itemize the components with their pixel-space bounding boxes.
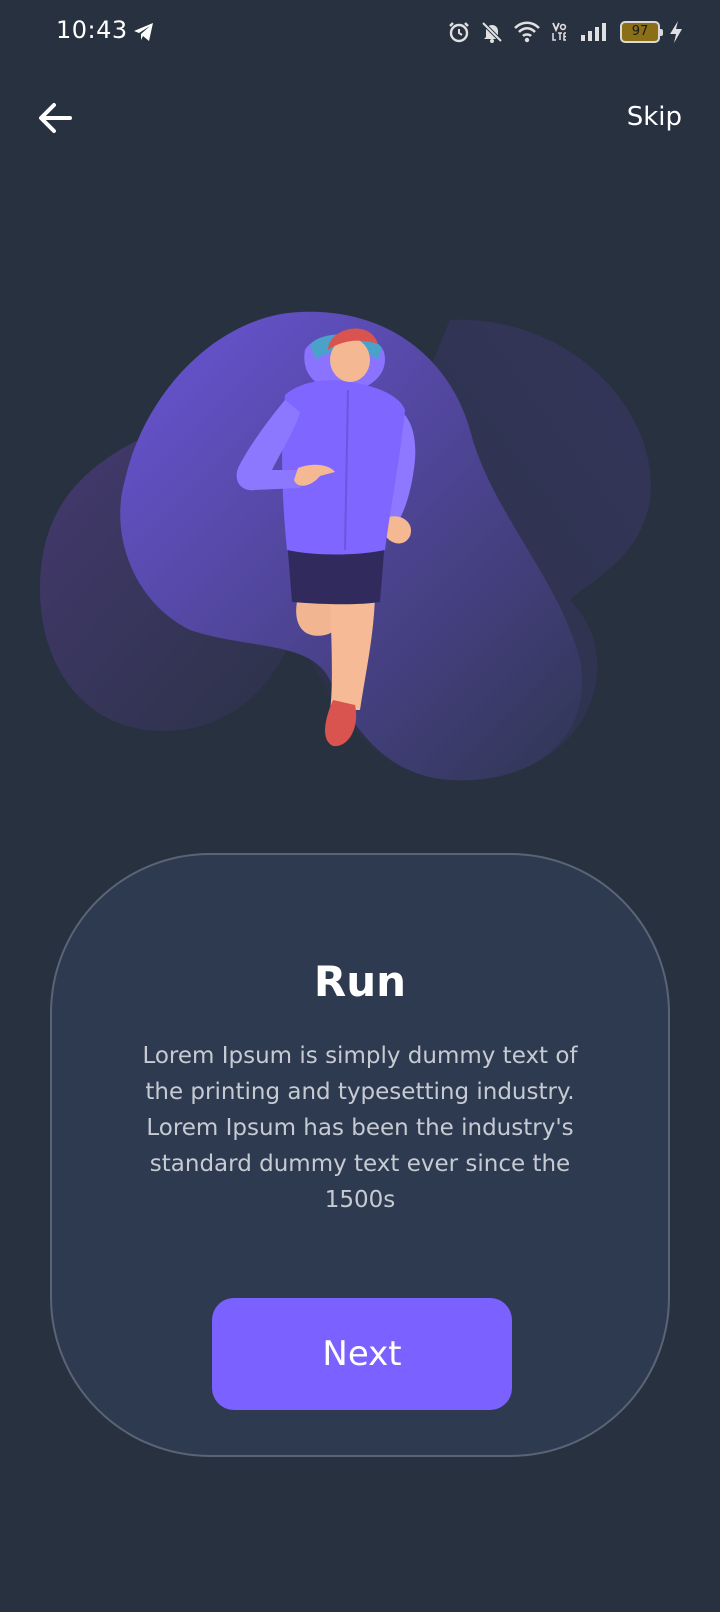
battery-level: 97 [631, 24, 649, 39]
skip-button[interactable]: Skip [627, 102, 682, 132]
runner-illustration [40, 311, 651, 781]
back-button[interactable] [34, 96, 78, 140]
card-description: Lorem Ipsum is simply dummy text of the … [142, 1043, 578, 1213]
volte-icon [552, 22, 567, 41]
onboarding-card: Run Lorem Ipsum is simply dummy text of … [50, 853, 670, 1457]
battery-icon: 97 [620, 21, 663, 43]
telegram-icon [134, 23, 153, 41]
charging-icon [670, 21, 682, 43]
alarm-icon [449, 22, 469, 43]
status-bar: 10:43 97 [0, 0, 720, 66]
arrow-left-icon [39, 103, 72, 133]
next-button[interactable]: Next [212, 1298, 512, 1410]
mute-bell-icon [481, 21, 503, 43]
wifi-icon [514, 21, 540, 43]
status-time: 10:43 [56, 16, 128, 44]
signal-icon [581, 23, 606, 41]
card-title: Run [313, 957, 407, 1006]
runner-shoe [325, 700, 357, 747]
